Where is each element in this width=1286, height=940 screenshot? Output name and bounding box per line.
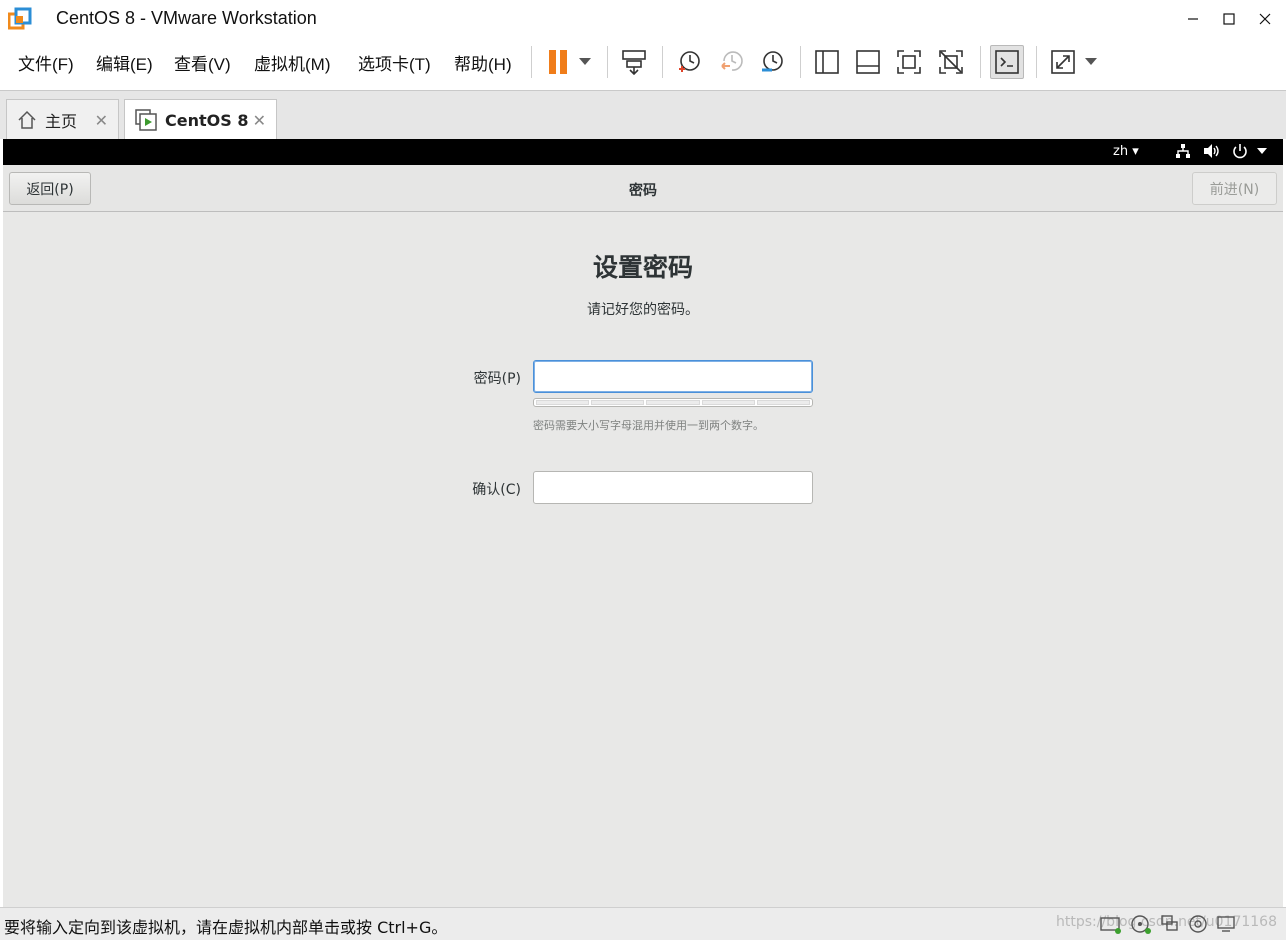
thumbnail-view-button[interactable] (851, 45, 885, 79)
next-button[interactable]: 前进(N) (1192, 172, 1277, 205)
fullscreen-icon (897, 50, 921, 74)
menu-view[interactable]: 查看(V) (174, 50, 231, 75)
password-strength-meter (533, 398, 813, 407)
hard-disk-icon[interactable] (1100, 914, 1122, 934)
stretch-button[interactable] (1046, 45, 1080, 79)
confirm-field[interactable] (533, 471, 813, 504)
volume-icon[interactable] (1203, 143, 1221, 159)
snapshot-manager-icon (762, 51, 783, 72)
toolbar-separator (980, 46, 981, 78)
menu-toolbar: 文件(F) 编辑(E) 查看(V) 虚拟机(M) 选项卡(T) 帮助(H) (0, 38, 1286, 88)
tab-home-label: 主页 (45, 112, 78, 131)
unity-icon (939, 50, 963, 74)
page-title: 设置密码 (592, 253, 693, 282)
gnome-top-bar: zh ▾ (3, 139, 1283, 165)
chevron-down-icon (579, 58, 591, 65)
toolbar-separator (800, 46, 801, 78)
library-view-button[interactable] (810, 45, 844, 79)
revert-snapshot-button[interactable] (714, 45, 748, 79)
send-ctrl-alt-del-button[interactable] (617, 45, 651, 79)
menu-tabs[interactable]: 选项卡(T) (358, 50, 431, 75)
network-icon[interactable] (1175, 143, 1191, 159)
menu-vm[interactable]: 虚拟机(M) (254, 50, 330, 75)
toolbar-separator (531, 46, 532, 78)
fullscreen-button[interactable] (892, 45, 926, 79)
power-icon[interactable] (1232, 143, 1248, 159)
tab-home[interactable]: 主页 ✕ (6, 99, 119, 140)
revert-snapshot-icon (721, 51, 743, 71)
take-snapshot-icon (679, 51, 700, 72)
sound-card-icon[interactable] (1188, 914, 1210, 934)
chevron-down-icon (1085, 58, 1097, 65)
tab-centos8-label: CentOS 8 (165, 110, 249, 130)
pause-icon (549, 50, 567, 74)
unity-button[interactable] (934, 45, 968, 79)
password-hint: 密码需要大小写字母混用并使用一到两个数字。 (533, 419, 764, 432)
header-bar: 返回(P) 密码 前进(N) (3, 165, 1283, 212)
strength-segment (646, 400, 700, 405)
close-icon[interactable]: ✕ (253, 111, 266, 130)
menu-file[interactable]: 文件(F) (18, 50, 74, 75)
menu-help[interactable]: 帮助(H) (454, 50, 512, 75)
status-message: 要将输入定向到该虚拟机，请在虚拟机内部单击或按 Ctrl+G。 (4, 918, 448, 937)
password-field[interactable] (533, 360, 813, 393)
vm-display[interactable]: zh ▾ 返回(P) 密码 前进(N) 设置密码 请记好您的密码。 密码(P) … (3, 139, 1283, 907)
stretch-icon (1051, 50, 1075, 74)
tab-centos8[interactable]: CentOS 8 ✕ (124, 99, 277, 140)
language-indicator[interactable]: zh ▾ (1113, 144, 1139, 159)
toolbar-separator (607, 46, 608, 78)
snapshot-manager-button[interactable] (755, 45, 789, 79)
minimize-icon (1188, 18, 1198, 20)
toolbar-separator (1036, 46, 1037, 78)
vm-running-icon (135, 109, 157, 131)
strength-segment (701, 400, 755, 405)
network-adapter-icon[interactable] (1160, 914, 1182, 934)
close-icon (1259, 13, 1271, 25)
power-dropdown-button[interactable] (570, 45, 600, 79)
display-icon[interactable] (1216, 914, 1238, 934)
console-view-icon (995, 50, 1019, 74)
window-titlebar: CentOS 8 - VMware Workstation (0, 0, 1286, 38)
strength-segment (591, 400, 645, 405)
console-view-button[interactable] (990, 45, 1024, 79)
menu-edit[interactable]: 编辑(E) (96, 50, 153, 75)
thumbnail-view-icon (856, 50, 880, 74)
vmware-logo-icon (8, 7, 32, 30)
cd-drive-icon[interactable] (1130, 914, 1152, 934)
chevron-down-icon[interactable] (1257, 148, 1267, 155)
window-title: CentOS 8 - VMware Workstation (56, 8, 317, 28)
status-bar: 要将输入定向到该虚拟机，请在虚拟机内部单击或按 Ctrl+G。 https://… (0, 907, 1286, 940)
maximize-icon (1223, 13, 1235, 25)
header-title: 密码 (629, 183, 657, 199)
home-icon (18, 110, 36, 129)
send-ctrl-alt-del-icon (622, 50, 646, 75)
toolbar-separator (662, 46, 663, 78)
confirm-label: 确认(C) (472, 482, 521, 498)
password-label: 密码(P) (473, 371, 521, 387)
page-subtitle: 请记好您的密码。 (587, 302, 699, 318)
stretch-dropdown-button[interactable] (1076, 45, 1106, 79)
close-icon[interactable]: ✕ (95, 111, 108, 130)
strength-segment (536, 400, 590, 405)
close-button[interactable] (1242, 0, 1286, 38)
strength-segment (756, 400, 811, 405)
library-view-icon (815, 50, 839, 74)
tab-strip: 主页 ✕ CentOS 8 ✕ (0, 90, 1286, 140)
take-snapshot-button[interactable] (672, 45, 706, 79)
